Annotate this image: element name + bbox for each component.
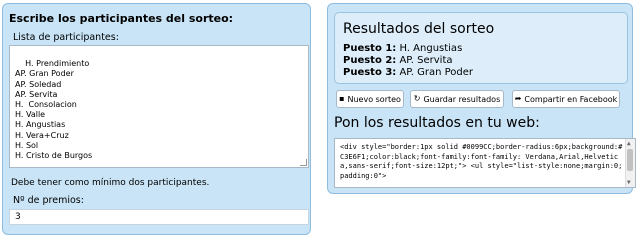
result-label: Puesto 3: [343, 67, 397, 78]
resize-grip-icon[interactable] [300, 159, 307, 166]
new-draw-label: Nuevo sorteo [347, 94, 401, 104]
share-facebook-button[interactable]: ➦ Compartir en Facebook [512, 90, 620, 108]
result-item: Puesto 1: H. Angustias [343, 43, 473, 55]
scroll-up-icon[interactable]: ▲ [627, 139, 631, 149]
document-icon: ▪ [339, 94, 345, 103]
save-results-button[interactable]: ↻ Guardar resultados [410, 90, 504, 108]
result-label: Puesto 1: [343, 43, 397, 54]
save-results-label: Guardar resultados [423, 94, 501, 104]
results-list: Puesto 1: H. Angustias Puesto 2: AP. Ser… [343, 43, 473, 79]
result-label: Puesto 2: [343, 55, 397, 66]
participants-text: H. Prendimiento AP. Gran Poder AP. Soled… [15, 59, 93, 161]
result-item: Puesto 2: AP. Servita [343, 55, 473, 67]
prizes-label: Nº de premios: [13, 195, 84, 206]
share-arrow-icon: ➦ [514, 94, 522, 103]
participants-panel: Escribe los participantes del sorteo: Li… [2, 3, 311, 235]
participants-list-label: Lista de participantes: [13, 32, 119, 43]
prizes-input[interactable]: 3 [9, 209, 309, 225]
result-value: AP. Servita [396, 55, 453, 66]
refresh-save-icon: ↻ [413, 94, 421, 103]
participants-textarea[interactable]: H. Prendimiento AP. Gran Poder AP. Soled… [9, 45, 309, 168]
results-box: Resultados del sorteo Puesto 1: H. Angus… [334, 12, 628, 84]
new-draw-button[interactable]: ▪ Nuevo sorteo [336, 90, 404, 108]
share-facebook-label: Compartir en Facebook [524, 94, 618, 104]
embed-code-text: <div style="border:1px solid #0099CC;bor… [340, 143, 623, 180]
results-title: Resultados del sorteo [343, 21, 495, 37]
result-value: H. Angustias [396, 43, 463, 54]
participants-title: Escribe los participantes del sorteo: [9, 12, 234, 25]
min-participants-hint: Debe tener como mínimo dos participantes… [11, 178, 210, 188]
result-value: AP. Gran Poder [396, 67, 474, 78]
embed-code-textarea[interactable]: <div style="border:1px solid #0099CC;bor… [334, 138, 636, 188]
embed-title: Pon los resultados en tu web: [334, 115, 540, 131]
result-item: Puesto 3: AP. Gran Poder [343, 67, 473, 79]
scroll-down-icon[interactable]: ▼ [627, 178, 631, 188]
code-scrollbar[interactable]: ▲ ▼ [625, 139, 635, 187]
scroll-thumb[interactable] [627, 149, 633, 171]
results-panel: Resultados del sorteo Puesto 1: H. Angus… [327, 3, 636, 194]
